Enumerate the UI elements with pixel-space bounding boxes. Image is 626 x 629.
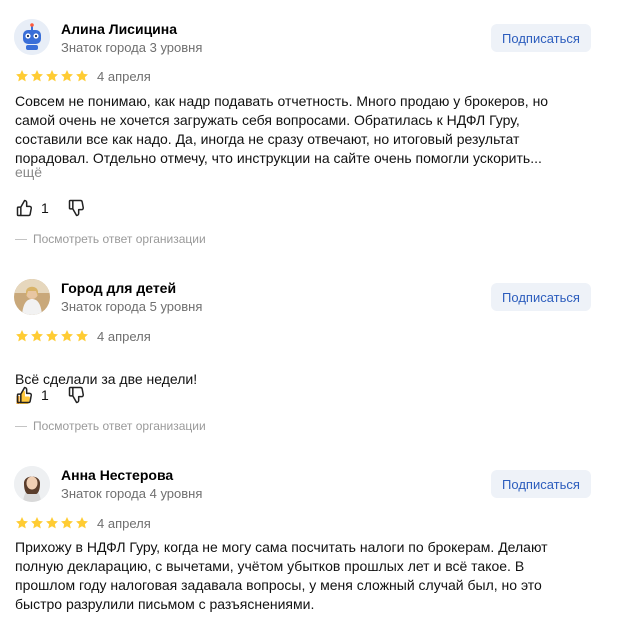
more-link[interactable]: ещё bbox=[15, 164, 42, 180]
dash-divider bbox=[15, 425, 27, 427]
author-name[interactable]: Город для детей bbox=[61, 280, 176, 296]
review-text: Прихожу в НДФЛ Гуру, когда не могу сама … bbox=[15, 539, 548, 612]
thumbs-up-icon bbox=[15, 385, 35, 405]
author-level: Знаток города 3 уровня bbox=[61, 40, 203, 55]
star-icon bbox=[75, 516, 89, 530]
like-button[interactable]: 1 bbox=[15, 198, 49, 218]
star-icon bbox=[45, 69, 59, 83]
author-level: Знаток города 4 уровня bbox=[61, 486, 203, 501]
subscribe-button[interactable]: Подписаться bbox=[491, 24, 591, 52]
star-icon bbox=[75, 329, 89, 343]
star-icon bbox=[45, 516, 59, 530]
review-date: 4 апреля bbox=[97, 516, 151, 531]
review-text-row: Всё сделали за две недели! bbox=[15, 351, 575, 408]
rating-stars bbox=[15, 69, 89, 83]
review-date: 4 апреля bbox=[97, 329, 151, 344]
dislike-button[interactable] bbox=[67, 385, 87, 410]
woman-avatar-icon[interactable] bbox=[14, 466, 50, 502]
author-name[interactable]: Анна Нестерова bbox=[61, 467, 173, 483]
author-level: Знаток города 5 уровня bbox=[61, 299, 203, 314]
star-icon bbox=[60, 516, 74, 530]
review-date: 4 апреля bbox=[97, 69, 151, 84]
star-icon bbox=[15, 516, 29, 530]
dislike-button[interactable] bbox=[67, 198, 87, 223]
star-icon bbox=[75, 69, 89, 83]
rating-stars bbox=[15, 516, 89, 530]
star-icon bbox=[60, 329, 74, 343]
star-icon bbox=[30, 69, 44, 83]
star-icon bbox=[15, 69, 29, 83]
subscribe-button[interactable]: Подписаться bbox=[491, 470, 591, 498]
subscribe-button[interactable]: Подписаться bbox=[491, 283, 591, 311]
person-avatar-icon[interactable] bbox=[14, 279, 50, 315]
org-reply-link[interactable]: Посмотреть ответ организации bbox=[15, 232, 206, 246]
thumbs-up-icon bbox=[15, 198, 35, 218]
thumbs-down-icon bbox=[67, 385, 87, 405]
star-icon bbox=[60, 69, 74, 83]
like-count: 1 bbox=[41, 387, 49, 403]
star-icon bbox=[15, 329, 29, 343]
robot-avatar-icon[interactable] bbox=[14, 19, 50, 55]
star-icon bbox=[30, 329, 44, 343]
author-name[interactable]: Алина Лисицина bbox=[61, 21, 177, 37]
org-reply-label: Посмотреть ответ организации bbox=[33, 232, 206, 246]
thumbs-down-icon bbox=[67, 198, 87, 218]
rating-stars bbox=[15, 329, 89, 343]
org-reply-link[interactable]: Посмотреть ответ организации bbox=[15, 419, 206, 433]
star-icon bbox=[30, 516, 44, 530]
star-icon bbox=[45, 329, 59, 343]
review-text: Совсем не понимаю, как надр подавать отч… bbox=[15, 93, 549, 166]
like-count: 1 bbox=[41, 200, 49, 216]
like-button[interactable]: 1 bbox=[15, 385, 49, 405]
dash-divider bbox=[15, 238, 27, 240]
org-reply-label: Посмотреть ответ организации bbox=[33, 419, 206, 433]
